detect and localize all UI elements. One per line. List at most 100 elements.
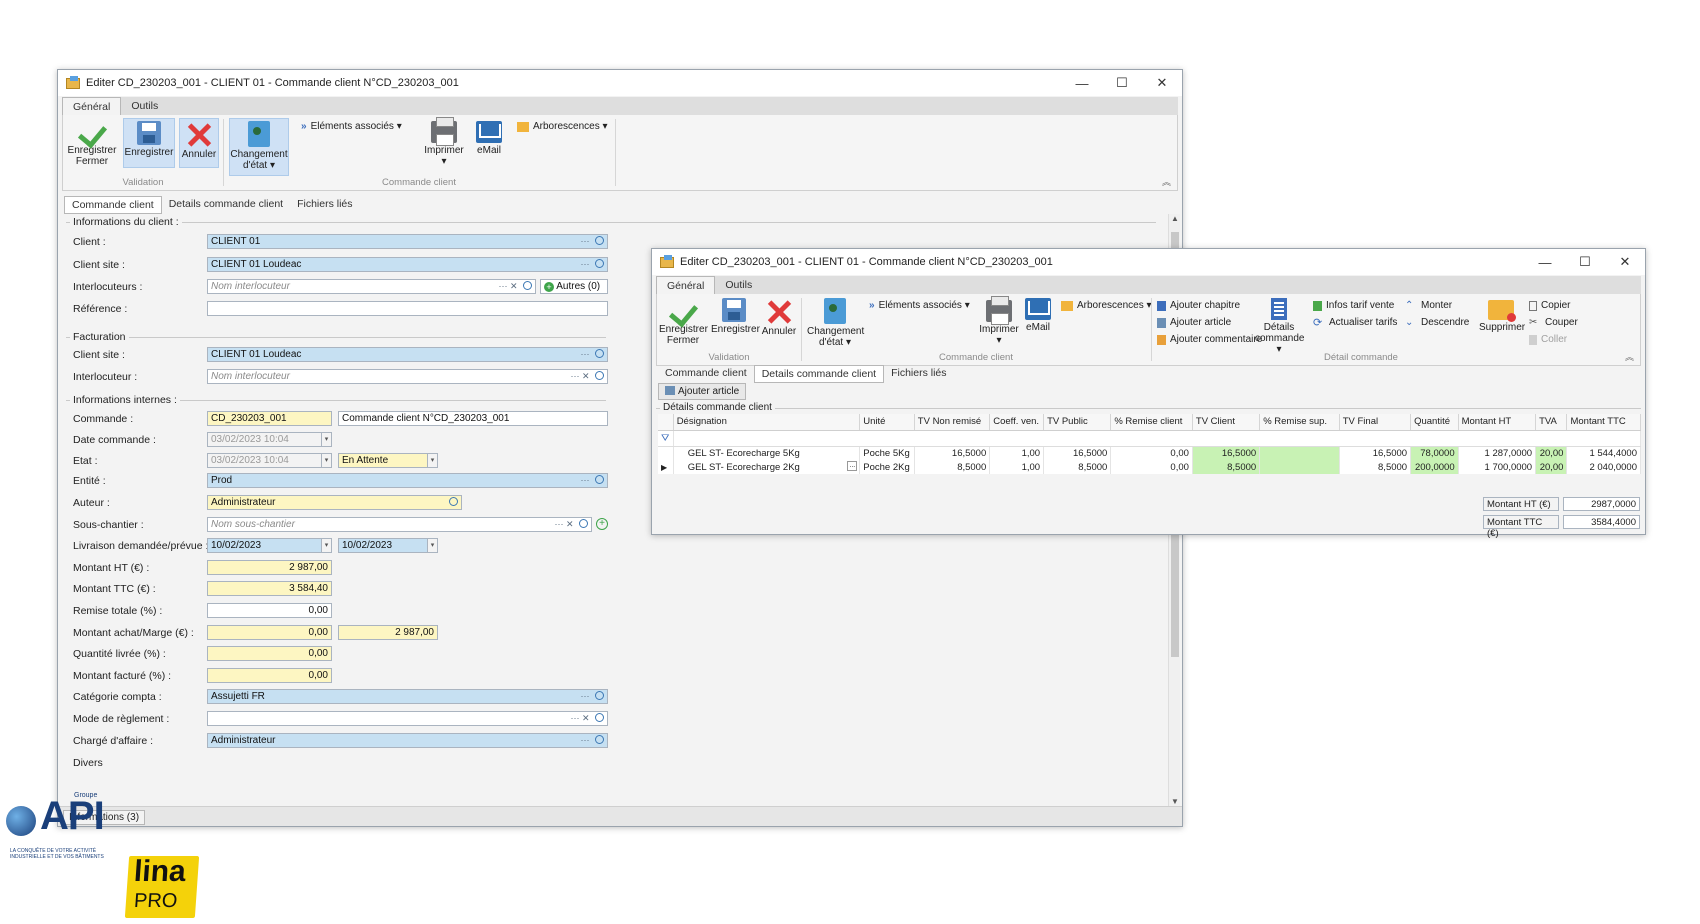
save-close-button[interactable]: Enregistrer Fermer [659,298,708,346]
order-code-field[interactable]: CD_230203_001 [207,411,332,426]
email-button[interactable]: eMail [471,121,507,156]
cell-tv-client[interactable]: 8,5000 [1192,460,1261,474]
field-tools[interactable]: ··· ✕ [570,712,604,725]
tab-order[interactable]: Commande client [64,196,162,214]
close-window-button[interactable]: ✕ [1605,254,1645,270]
open-icon[interactable] [595,259,604,268]
print-button[interactable]: Imprimer ▾ [979,296,1019,346]
field-tools[interactable]: ··· ✕ [498,280,532,293]
order-name-field[interactable]: Commande client N°CD_230203_001 [338,411,608,426]
cell-tv-public[interactable]: 8,5000 [1043,460,1112,474]
cell-tv-net[interactable]: 8,5000 [914,460,991,474]
cell-amount-ht[interactable]: 1 700,0000 [1458,460,1537,474]
filter-icon[interactable]: ⛛ [658,430,674,447]
maximize-button[interactable]: ☐ [1565,254,1605,270]
column-header[interactable]: TV Final [1339,414,1412,431]
email-button[interactable]: eMail [1021,298,1055,333]
cancel-button[interactable]: Annuler [179,118,219,168]
delivered-field[interactable]: 0,00 [207,646,332,661]
amount-ttc-field[interactable]: 3 584,40 [207,581,332,596]
filter-cells[interactable] [673,430,1642,447]
move-down-button[interactable]: ⌄ Descendre [1405,317,1469,328]
column-header[interactable]: % Remise client [1110,414,1193,431]
open-icon[interactable] [595,475,604,484]
add-comment-button[interactable]: Ajouter commentaire [1157,334,1262,345]
open-icon[interactable] [595,349,604,358]
entity-field[interactable]: Prod ··· [207,473,608,488]
client-field[interactable]: CLIENT 01 ··· [207,234,608,249]
cell-vat[interactable]: 20,00 [1535,460,1568,474]
category-field[interactable]: Assujetti FR ··· [207,689,608,704]
dropdown-arrow-icon[interactable]: ▾ [321,433,331,446]
cell-vat[interactable]: 20,00 [1535,446,1568,460]
copy-button[interactable]: Copier [1529,300,1570,311]
change-state-button[interactable]: Changement d'état ▾ [229,118,289,176]
update-prices-button[interactable]: ⟳ Actualiser tarifs [1313,317,1397,328]
cell-tv-final[interactable]: 16,5000 [1339,446,1412,460]
cell-amount-ttc[interactable]: 2 040,0000 [1566,460,1641,474]
change-state-button[interactable]: Changement d'état ▾ [807,298,864,348]
add-subsite-icon[interactable]: + [596,518,608,530]
cell-designation[interactable]: GEL ST- Ecorecharge 5Kg [673,446,861,460]
billing-contact-field[interactable]: Nom interlocuteur ··· ✕ [207,369,608,384]
tab-order[interactable]: Commande client [658,365,754,383]
related-items-button[interactable]: » Eléments associés ▾ [869,300,970,311]
open-icon[interactable] [595,236,604,245]
tab-general[interactable]: Général [62,97,122,115]
field-tools[interactable]: ··· ✕ [570,370,604,383]
cell-unit[interactable]: Poche 5Kg [859,446,915,460]
tab-tools[interactable]: Outils [715,276,762,294]
open-icon[interactable] [579,519,588,528]
column-header[interactable]: Désignation [673,414,861,431]
column-header[interactable]: TV Client [1192,414,1261,431]
delivery-planned-field[interactable]: 10/02/2023 ▾ [338,538,438,553]
minimize-button[interactable]: — [1525,255,1565,270]
ellipsis-button[interactable]: ... [847,461,858,471]
price-info-button[interactable]: Infos tarif vente [1313,300,1394,311]
collapse-ribbon-icon[interactable]: ︽ [1162,175,1171,188]
field-tools[interactable]: ··· ✕ [554,518,588,531]
cell-tv-public[interactable]: 16,5000 [1043,446,1112,460]
column-header[interactable]: Montant HT [1458,414,1537,431]
close-window-button[interactable]: ✕ [1142,75,1182,91]
discount-field[interactable]: 0,00 [207,603,332,618]
manager-field[interactable]: Administrateur ··· [207,733,608,748]
tab-linked-files[interactable]: Fichiers liés [884,365,953,383]
column-header[interactable]: TV Public [1043,414,1112,431]
column-header[interactable]: Unité [859,414,915,431]
cell-tv-net[interactable]: 16,5000 [914,446,991,460]
open-icon[interactable] [595,713,604,722]
table-row[interactable]: GEL ST- Ecorecharge 5Kg Poche 5Kg 16,500… [658,446,1641,460]
dropdown-arrow-icon[interactable]: ▾ [321,454,331,467]
cell-coeff[interactable]: 1,00 [989,446,1045,460]
trees-button[interactable]: Arborescences ▾ [517,121,608,132]
scroll-up-icon[interactable]: ▲ [1169,214,1181,223]
field-tools[interactable]: ··· [581,734,604,747]
author-field[interactable]: Administrateur [207,495,462,510]
save-button[interactable]: Enregistrer [711,298,760,335]
add-article-button[interactable]: Ajouter article [1157,317,1231,328]
trees-button[interactable]: Arborescences ▾ [1061,300,1152,311]
open-icon[interactable] [449,497,458,506]
subsite-field[interactable]: Nom sous-chantier ··· ✕ [207,517,592,532]
column-header[interactable]: Quantité [1410,414,1459,431]
order-details-button[interactable]: Détails commande ▾ [1255,298,1304,355]
cell-amount-ht[interactable]: 1 287,0000 [1458,446,1537,460]
open-icon[interactable] [523,281,532,290]
cancel-button[interactable]: Annuler [761,298,797,337]
cut-button[interactable]: ✂ Couper [1529,317,1578,328]
dropdown-arrow-icon[interactable]: ▾ [321,539,331,552]
tab-tools[interactable]: Outils [121,97,168,115]
cell-extra-discount[interactable] [1259,460,1340,474]
delete-button[interactable]: Supprimer [1479,300,1525,333]
tab-order-details[interactable]: Details commande client [162,196,290,214]
related-items-button[interactable]: » Eléments associés ▾ [301,121,402,132]
row-indicator[interactable]: ▶ [658,460,674,474]
save-button[interactable]: Enregistrer [123,118,175,168]
move-up-button[interactable]: ⌃ Monter [1405,300,1452,311]
maximize-button[interactable]: ☐ [1102,75,1142,91]
cell-coeff[interactable]: 1,00 [989,460,1045,474]
open-icon[interactable] [595,735,604,744]
dropdown-arrow-icon[interactable]: ▾ [427,454,437,467]
order-date-field[interactable]: 03/02/2023 10:04 ▾ [207,432,332,447]
